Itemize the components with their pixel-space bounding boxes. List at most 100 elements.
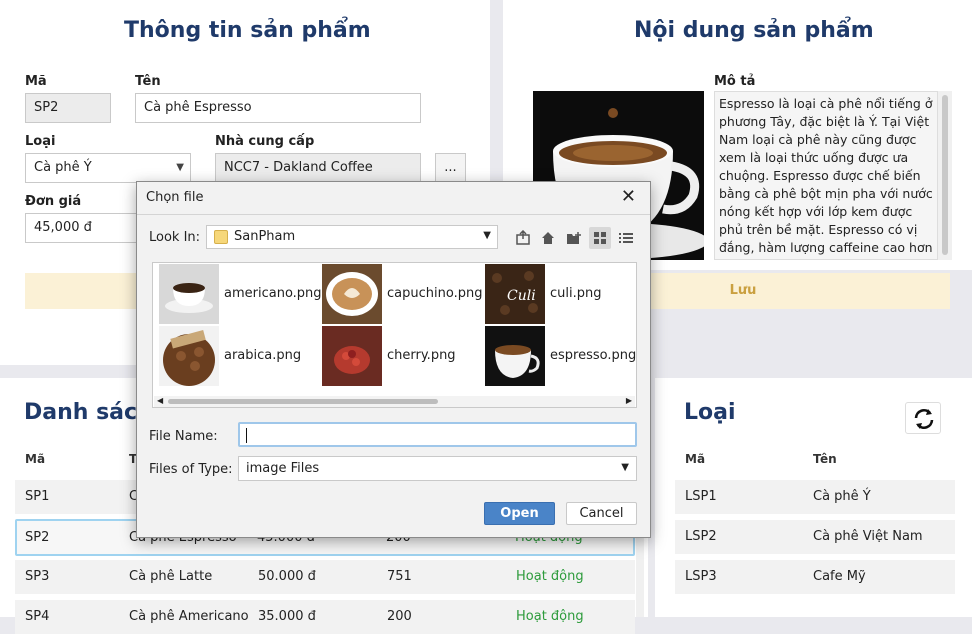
ma-label: Mã bbox=[25, 74, 47, 89]
product-info-title: Thông tin sản phẩm bbox=[124, 18, 371, 43]
file-list: americano.png capuchino.png Culi culi.pn… bbox=[152, 262, 637, 408]
file-item[interactable]: capuchino.png bbox=[317, 264, 482, 324]
list-view-toggle[interactable] bbox=[589, 227, 611, 249]
row-gia: 35.000 đ bbox=[258, 609, 316, 624]
lookin-select[interactable]: SanPham ▼ bbox=[206, 225, 498, 249]
chevron-down-icon: ▼ bbox=[176, 162, 184, 173]
file-name: espresso.png bbox=[550, 348, 637, 363]
file-list-scrollbar[interactable]: ◀ ▶ bbox=[154, 396, 635, 407]
file-item[interactable]: espresso.png bbox=[480, 326, 640, 386]
file-chooser-dialog: Chọn file ✕ Look In: SanPham ▼ americano… bbox=[136, 181, 651, 538]
dialog-title: Chọn file bbox=[146, 190, 204, 205]
up-folder-button[interactable] bbox=[512, 227, 534, 249]
row-ten: Cà phê Americano bbox=[129, 609, 249, 624]
file-item[interactable]: arabica.png bbox=[154, 326, 314, 386]
loai-select[interactable]: Cà phê Ý ▼ bbox=[25, 153, 191, 183]
home-icon bbox=[542, 232, 554, 244]
file-item[interactable]: americano.png bbox=[154, 264, 322, 324]
espresso-thumbnail bbox=[485, 326, 545, 386]
text-caret bbox=[246, 428, 247, 443]
close-icon[interactable]: ✕ bbox=[621, 186, 636, 207]
category-ten: Cà phê Việt Nam bbox=[813, 529, 923, 544]
product-content-title: Nội dung sản phẩm bbox=[634, 18, 874, 43]
category-ma: LSP3 bbox=[685, 569, 717, 584]
row-ma: SP4 bbox=[25, 609, 50, 624]
file-item[interactable]: Culi culi.png bbox=[480, 264, 640, 324]
chevron-down-icon: ▼ bbox=[621, 462, 629, 473]
category-ma: LSP1 bbox=[685, 489, 717, 504]
category-ten: Cafe Mỹ bbox=[813, 569, 866, 584]
filetype-value: image Files bbox=[246, 461, 320, 476]
product-list-title: Danh sách bbox=[24, 400, 153, 425]
ten-field[interactable]: Cà phê Espresso bbox=[135, 93, 421, 123]
new-folder-icon bbox=[567, 232, 581, 244]
file-name: arabica.png bbox=[224, 348, 302, 363]
ncc-label: Nhà cung cấp bbox=[215, 134, 315, 149]
ten-label: Tên bbox=[135, 74, 161, 89]
row-ma: SP3 bbox=[25, 569, 50, 584]
refresh-icon bbox=[914, 409, 934, 429]
category-row[interactable]: LSP1 Cà phê Ý bbox=[675, 480, 955, 514]
file-name: culi.png bbox=[550, 286, 602, 301]
filetype-select[interactable]: image Files ▼ bbox=[238, 456, 637, 481]
file-item[interactable]: cherry.png bbox=[317, 326, 477, 386]
mota-label: Mô tả bbox=[714, 74, 756, 89]
mota-scroll-thumb[interactable] bbox=[942, 95, 948, 255]
row-gia: 50.000 đ bbox=[258, 569, 316, 584]
row-ten: Cà phê Latte bbox=[129, 569, 213, 584]
file-name: americano.png bbox=[224, 286, 322, 301]
file-name: cherry.png bbox=[387, 348, 456, 363]
save-label-right[interactable]: Lưu bbox=[700, 273, 786, 309]
loai-value: Cà phê Ý bbox=[34, 160, 92, 175]
table-row[interactable]: SP4 Cà phê Americano 35.000 đ 200 Hoạt đ… bbox=[15, 600, 635, 634]
home-button[interactable] bbox=[537, 227, 559, 249]
category-ma: LSP2 bbox=[685, 529, 717, 544]
details-view-icon bbox=[619, 233, 633, 243]
file-list-scroll-thumb[interactable] bbox=[168, 399, 438, 404]
row-sl: 751 bbox=[387, 569, 412, 584]
title-divider bbox=[137, 214, 650, 215]
mota-textarea[interactable]: Espresso là loại cà phê nổi tiếng ở phươ… bbox=[714, 91, 938, 260]
up-folder-icon bbox=[516, 230, 530, 245]
filename-input[interactable] bbox=[238, 422, 637, 447]
lookin-label: Look In: bbox=[149, 230, 201, 245]
dongia-field[interactable]: 45,000 đ bbox=[25, 213, 145, 243]
row-sl: 200 bbox=[387, 609, 412, 624]
category-ten: Cà phê Ý bbox=[813, 489, 871, 504]
capuchino-thumbnail bbox=[322, 264, 382, 324]
category-row[interactable]: LSP3 Cafe Mỹ bbox=[675, 560, 955, 594]
row-ma: SP2 bbox=[25, 530, 50, 545]
cherry-thumbnail bbox=[322, 326, 382, 386]
row-ma: SP1 bbox=[25, 489, 50, 504]
ncc-browse-button[interactable]: ... bbox=[435, 153, 466, 183]
new-folder-button[interactable] bbox=[563, 227, 585, 249]
row-status: Hoạt động bbox=[516, 569, 584, 584]
arabica-thumbnail bbox=[159, 326, 219, 386]
file-name: capuchino.png bbox=[387, 286, 483, 301]
lookin-value: SanPham bbox=[234, 229, 296, 244]
cancel-button[interactable]: Cancel bbox=[566, 502, 637, 525]
details-view-toggle[interactable] bbox=[615, 227, 637, 249]
table-row[interactable]: SP3 Cà phê Latte 50.000 đ 751 Hoạt động bbox=[15, 560, 635, 594]
dongia-label: Đơn giá bbox=[25, 194, 82, 209]
grid-view-icon bbox=[594, 232, 606, 244]
culi-thumbnail: Culi bbox=[485, 264, 545, 324]
scroll-left-icon[interactable]: ◀ bbox=[157, 396, 163, 405]
category-title: Loại bbox=[684, 400, 736, 425]
filename-label: File Name: bbox=[149, 429, 218, 444]
ma-field: SP2 bbox=[25, 93, 111, 123]
category-row[interactable]: LSP2 Cà phê Việt Nam bbox=[675, 520, 955, 554]
category-header-ma: Mã bbox=[685, 452, 706, 466]
scroll-right-icon[interactable]: ▶ bbox=[626, 396, 632, 405]
open-button[interactable]: Open bbox=[484, 502, 555, 525]
loai-label: Loại bbox=[25, 134, 56, 149]
chevron-down-icon: ▼ bbox=[483, 230, 491, 241]
category-header-ten: Tên bbox=[813, 452, 837, 466]
svg-text:Culi: Culi bbox=[507, 288, 536, 304]
folder-icon bbox=[214, 230, 228, 244]
list-header-ma: Mã bbox=[25, 452, 46, 466]
ncc-field: NCC7 - Dakland Coffee bbox=[215, 153, 421, 183]
refresh-button[interactable] bbox=[905, 402, 941, 434]
americano-thumbnail bbox=[159, 264, 219, 324]
row-status: Hoạt động bbox=[516, 609, 584, 624]
